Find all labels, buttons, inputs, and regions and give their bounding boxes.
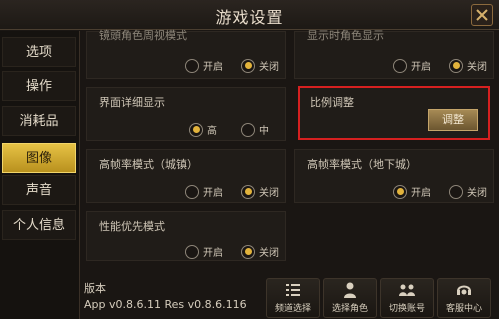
setting-fps-town: 高帧率模式（城镇） 开启 关闭	[86, 149, 286, 203]
settings-content: 镜頭角色周视模式 开启 关闭 显示时角色显示 开启 关闭 界面详细显示 高 中 …	[82, 29, 496, 261]
setting-ratio-adjust: 比例调整 调整	[298, 86, 490, 140]
radio-button[interactable]	[185, 184, 199, 199]
button-label: 选择角色	[331, 304, 368, 314]
button-label: 切换账号	[388, 304, 425, 314]
button-label: 频道选择	[274, 304, 311, 314]
select-character-button[interactable]: 选择角色	[323, 278, 377, 318]
close-button[interactable]	[471, 4, 493, 26]
close-icon	[476, 9, 488, 21]
radio-label: 开启	[203, 62, 223, 73]
radio-button[interactable]	[241, 244, 255, 259]
radio-label: 开启	[203, 188, 223, 199]
radio-button[interactable]	[449, 58, 463, 73]
radio-label: 关闭	[259, 62, 279, 73]
radio-on[interactable]: 开启	[185, 244, 223, 259]
sidebar-item-label: 消耗品	[19, 114, 59, 129]
radio-label: 开启	[411, 188, 431, 199]
footer: 版本 App v0.8.6.11 Res v0.8.6.116 频道选择 选择角…	[82, 266, 496, 318]
switch-account-icon	[399, 284, 415, 296]
radio-on[interactable]: 开启	[393, 58, 431, 73]
sidebar-item-label: 选项	[25, 45, 52, 60]
setting-row0-left: 镜頭角色周视模式 开启 关闭	[86, 29, 286, 79]
customer-service-button[interactable]: 客服中心	[437, 278, 491, 318]
radio-off[interactable]: 关闭	[449, 58, 487, 73]
character-icon	[344, 282, 356, 298]
setting-label: 高帧率模式（城镇）	[99, 158, 198, 171]
radio-label: 关闭	[467, 62, 487, 73]
adjust-button[interactable]: 调整	[428, 109, 478, 131]
list-icon	[286, 284, 300, 296]
radio-on[interactable]: 开启	[185, 184, 223, 199]
radio-off[interactable]: 关闭	[241, 184, 279, 199]
setting-ui-detail: 界面详细显示 高 中	[86, 87, 286, 141]
support-icon	[457, 285, 471, 295]
radio-on[interactable]: 开启	[185, 58, 223, 73]
sidebar-item-label: 声音	[25, 183, 52, 198]
switch-account-button[interactable]: 切换账号	[380, 278, 434, 318]
version-value: App v0.8.6.11 Res v0.8.6.116	[84, 298, 247, 311]
sidebar-item-sound[interactable]: 声音	[2, 175, 76, 205]
radio-label: 高	[207, 126, 217, 137]
button-label: 客服中心	[445, 304, 482, 314]
radio-button[interactable]	[241, 184, 255, 199]
radio-button[interactable]	[189, 122, 203, 137]
radio-button[interactable]	[393, 58, 407, 73]
radio-button[interactable]	[241, 122, 255, 137]
sidebar-item-controls[interactable]: 操作	[2, 71, 76, 101]
sidebar-item-label: 操作	[25, 79, 52, 94]
radio-label: 开启	[203, 248, 223, 259]
radio-label: 开启	[411, 62, 431, 73]
setting-label: 比例调整	[310, 96, 354, 109]
sidebar-item-label: 图像	[25, 151, 52, 166]
sidebar-item-options[interactable]: 选项	[2, 37, 76, 67]
radio-high[interactable]: 高	[189, 122, 217, 137]
title-bar: 游戏设置	[0, 0, 499, 30]
radio-on[interactable]: 开启	[393, 184, 431, 199]
radio-button[interactable]	[393, 184, 407, 199]
radio-off[interactable]: 关闭	[241, 244, 279, 259]
setting-label: 界面详细显示	[99, 96, 165, 109]
radio-label: 关闭	[259, 188, 279, 199]
radio-label: 关闭	[259, 248, 279, 259]
setting-label: 高帧率模式（地下城）	[307, 158, 417, 171]
radio-off[interactable]: 关闭	[241, 58, 279, 73]
radio-button[interactable]	[241, 58, 255, 73]
setting-label: 镜頭角色周视模式	[99, 29, 187, 42]
version-label: 版本	[84, 282, 106, 295]
sidebar-item-consumables[interactable]: 消耗品	[2, 106, 76, 136]
radio-button[interactable]	[449, 184, 463, 199]
radio-button[interactable]	[185, 244, 199, 259]
radio-off[interactable]: 关闭	[449, 184, 487, 199]
sidebar-item-graphics[interactable]: 图像	[2, 143, 76, 173]
setting-performance-priority: 性能优先模式 开启 关闭	[86, 211, 286, 261]
radio-label: 中	[259, 126, 269, 137]
sidebar-item-profile[interactable]: 个人信息	[2, 210, 76, 240]
setting-row0-right: 显示时角色显示 开启 关闭	[294, 29, 494, 79]
channel-select-button[interactable]: 频道选择	[266, 278, 320, 318]
setting-label: 性能优先模式	[99, 220, 165, 233]
radio-label: 关闭	[467, 188, 487, 199]
page-title: 游戏设置	[215, 8, 284, 27]
setting-label: 显示时角色显示	[307, 29, 384, 42]
radio-mid[interactable]: 中	[241, 122, 269, 137]
radio-button[interactable]	[185, 58, 199, 73]
sidebar-item-label: 个人信息	[12, 218, 65, 233]
sidebar: 选项 操作 消耗品 图像 声音 个人信息	[0, 31, 80, 319]
setting-fps-dungeon: 高帧率模式（地下城） 开启 关闭	[294, 149, 494, 203]
